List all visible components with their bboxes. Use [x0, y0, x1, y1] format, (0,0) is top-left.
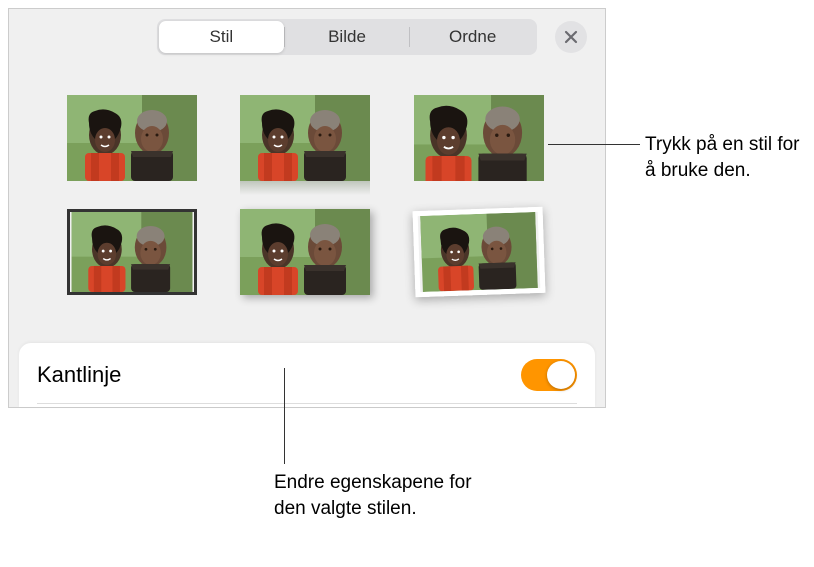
styles-grid: [9, 55, 605, 315]
border-toggle[interactable]: [521, 359, 577, 391]
close-button[interactable]: [555, 21, 587, 53]
close-icon: [564, 30, 578, 44]
callout-properties: Endre egenskapene for den valgte stilen.: [274, 470, 504, 521]
tab-arrange[interactable]: Ordne: [410, 21, 535, 53]
style-option-plain[interactable]: [67, 95, 197, 181]
callout-line: [548, 144, 640, 145]
style-option-tilted-frame[interactable]: [412, 207, 545, 297]
tab-style[interactable]: Stil: [159, 21, 284, 53]
style-option-shadow[interactable]: [240, 209, 370, 295]
style-option-crop[interactable]: [414, 95, 544, 181]
format-panel: Stil Bilde Ordne: [8, 8, 606, 408]
tab-image[interactable]: Bilde: [285, 21, 410, 53]
callout-line: [284, 368, 285, 464]
toggle-knob: [547, 361, 575, 389]
segmented-control: Stil Bilde Ordne: [157, 19, 537, 55]
border-section: Kantlinje: [19, 343, 595, 407]
tab-bar: Stil Bilde Ordne: [9, 9, 605, 55]
style-option-reflection[interactable]: [240, 95, 370, 181]
style-option-border[interactable]: [67, 209, 197, 295]
border-label: Kantlinje: [37, 362, 121, 388]
divider: [37, 403, 577, 404]
callout-style: Trykk på en stil for å bruke den.: [645, 132, 805, 183]
